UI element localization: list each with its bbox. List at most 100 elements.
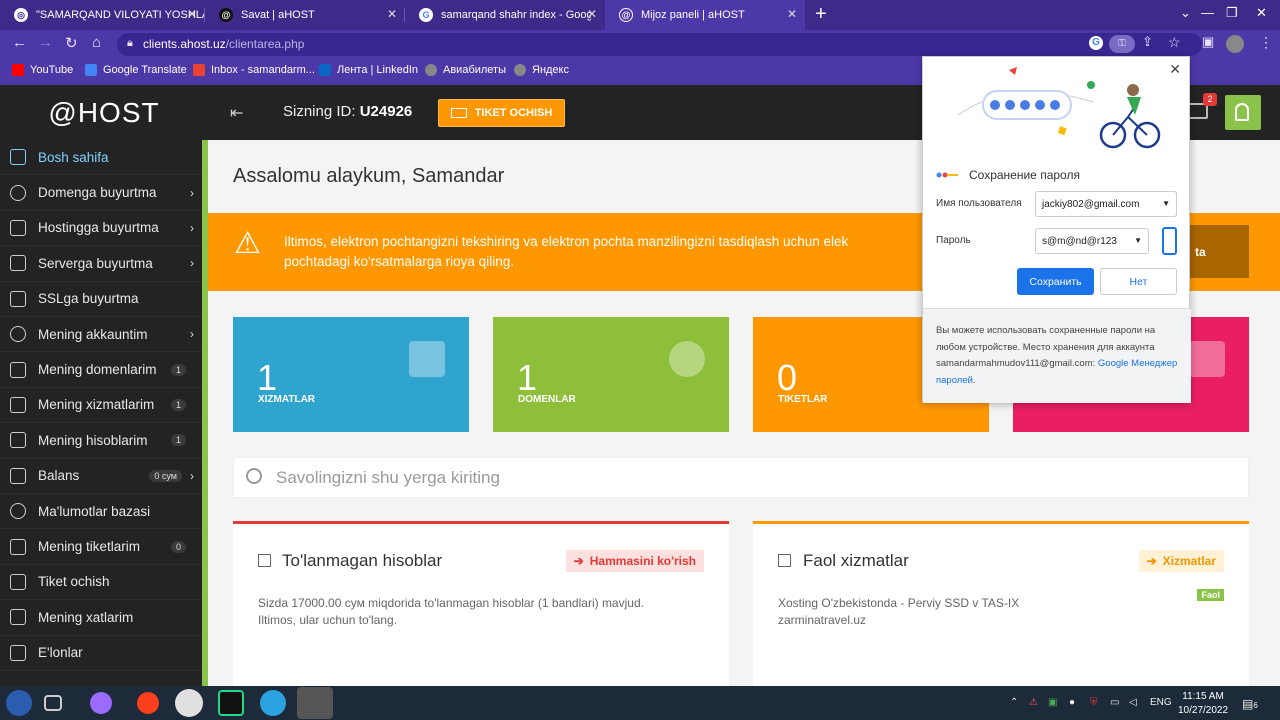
cart-count-badge: 2 (1203, 93, 1217, 106)
sidepanel-icon[interactable]: ▣ (1202, 34, 1214, 50)
globe-icon (669, 341, 705, 377)
sidebar-collapse-icon[interactable]: ⇤ (230, 103, 243, 123)
sidebar-item-mening-xizmatlarim[interactable]: Mening xizmatlarim 1 (0, 388, 202, 424)
minimize-button[interactable]: — (1201, 5, 1214, 20)
calculator-icon (258, 554, 271, 567)
stat-card-xizmatlar[interactable]: 1 XIZMATLAR (233, 317, 469, 432)
tab-search-icon[interactable]: ⌄ (1180, 5, 1191, 21)
hdd-icon (10, 219, 26, 236)
sidebar-item-hostingga-buyurtma[interactable]: Hostingga buyurtma › (0, 211, 202, 247)
close-icon[interactable]: ✕ (587, 7, 597, 21)
sidebar-item-label: SSLga buyurtma (38, 291, 139, 307)
never-button[interactable]: Нет (1100, 268, 1177, 295)
share-icon[interactable]: ⇪ (1142, 34, 1153, 50)
sidebar-item-mening-tiketlarim[interactable]: Mening tiketlarim 0 (0, 529, 202, 565)
new-tab-button[interactable]: + (815, 3, 827, 26)
open-ticket-button[interactable]: TIKET OCHISH (438, 99, 565, 127)
sidebar-item-serverga-buyurtma[interactable]: Serverga buyurtma › (0, 246, 202, 282)
tray-shield-icon[interactable]: ⛨ (1090, 697, 1098, 708)
bookmark-google-translate[interactable]: Google Translate (85, 64, 187, 76)
ticket-icon (450, 108, 467, 118)
home-icon (10, 149, 26, 166)
start-button[interactable] (6, 690, 32, 716)
tray-display-icon[interactable]: ▭ (1110, 697, 1119, 708)
yandex-browser-icon[interactable] (175, 689, 203, 717)
sidebar-item-bosh-sahifa[interactable]: Bosh sahifa (0, 140, 202, 176)
sidebar-item-balans[interactable]: Balans 0 сум › (0, 459, 202, 494)
tray-warning-icon[interactable]: ⚠ (1029, 697, 1038, 708)
sidebar-item-elonlar[interactable]: E'lonlar (0, 636, 202, 671)
site-logo[interactable]: @HOST (0, 85, 208, 140)
youtube-icon (12, 64, 24, 76)
tray-volume-icon[interactable]: ◁ (1129, 697, 1137, 708)
back-icon[interactable]: ← (12, 34, 27, 51)
count-badge: 0 (170, 540, 186, 553)
card-text[interactable]: Xosting O'zbekistonda - Perviy SSD v TAS… (778, 595, 1019, 629)
tab-title: samarqand shahr index - Google (441, 9, 591, 21)
bookmark-linkedin[interactable]: Лента | LinkedIn (319, 64, 418, 76)
sidebar-item-sslga-buyurtma[interactable]: SSLga buyurtma (0, 282, 202, 317)
sidebar-item-malumotlar-bazasi[interactable]: Ma'lumotlar bazasi (0, 494, 202, 530)
lock-icon[interactable]: 🔒︎ (127, 37, 133, 50)
view-all-invoices-button[interactable]: ➔ Hammasini ko'rish (565, 550, 704, 572)
telegram-icon[interactable] (260, 690, 286, 716)
sidebar-item-mening-hisoblarim[interactable]: Mening hisoblarim 1 (0, 423, 202, 459)
close-icon[interactable]: ✕ (187, 7, 197, 21)
count-badge: 1 (170, 363, 186, 376)
show-password-icon[interactable] (1162, 227, 1177, 255)
profile-avatar[interactable] (1226, 35, 1244, 53)
clock[interactable]: 11:15 AM 10/27/2022 (1178, 690, 1228, 718)
pycharm-icon[interactable] (218, 690, 244, 716)
bookmark-yandex[interactable]: Яндекс (514, 64, 569, 76)
stat-card-domenlar[interactable]: 1 DOMENLAR (493, 317, 729, 432)
bookmark-aviabilety[interactable]: Авиабилеты (425, 64, 506, 76)
notification-icon[interactable]: ▤6 (1242, 697, 1258, 711)
key-icon[interactable]: ⚿ (1109, 35, 1135, 53)
bookmark-inbox[interactable]: Inbox - samandarm... (193, 64, 315, 76)
bookmark-youtube[interactable]: YouTube (12, 64, 73, 76)
maximize-button[interactable]: ❐ (1226, 5, 1238, 21)
alert-line: pochtadagi ko'rsatmalarga rioya qiling. (284, 254, 514, 269)
user-settings-button[interactable] (1225, 95, 1261, 130)
invoice-icon (10, 432, 26, 449)
forward-icon[interactable]: → (38, 34, 53, 51)
language-indicator[interactable]: ENG (1150, 697, 1172, 708)
username-select[interactable]: jackiy802@gmail.com ▼ (1035, 191, 1177, 217)
sidebar-item-mening-akkauntim[interactable]: Mening akkauntim › (0, 317, 202, 353)
services-button[interactable]: ➔ Xizmatlar (1138, 550, 1224, 572)
save-password-button[interactable]: Сохранить (1017, 268, 1094, 295)
close-icon[interactable]: ✕ (787, 7, 797, 21)
star-icon[interactable]: ☆ (1168, 34, 1181, 51)
menu-icon[interactable]: ⋮ (1259, 34, 1273, 51)
sidebar-item-domenga-buyurtma[interactable]: Domenga buyurtma › (0, 175, 202, 211)
alice-icon[interactable] (90, 692, 112, 714)
sidebar-item-label: Bosh sahifa (38, 149, 109, 165)
chrome-icon[interactable] (297, 687, 333, 719)
sidebar-item-mening-domenlarim[interactable]: Mening domenlarim 1 (0, 352, 202, 388)
close-icon[interactable]: ✕ (1169, 61, 1181, 78)
tray-app-icon[interactable]: ▣ (1048, 697, 1057, 708)
password-select[interactable]: s@m@nd@r123 ▼ (1035, 228, 1149, 254)
yandex-icon[interactable] (137, 692, 159, 714)
home-icon[interactable]: ⌂ (92, 34, 101, 51)
task-view-icon[interactable] (44, 695, 62, 711)
box-icon (10, 396, 26, 413)
browser-tab-active[interactable]: @ Mijoz paneli | aHOST ✕ (605, 0, 805, 30)
tray-mic-icon[interactable]: ● (1069, 697, 1075, 708)
bookmark-label: Google Translate (103, 64, 187, 76)
close-window-button[interactable]: ✕ (1256, 5, 1267, 21)
bookmark-label: Авиабилеты (443, 64, 507, 76)
lock-icon (10, 290, 26, 307)
stat-value: 1 (517, 357, 538, 398)
close-icon[interactable]: ✕ (387, 7, 397, 21)
browser-tab[interactable]: @ Savat | aHOST ✕ (205, 0, 405, 30)
google-icon[interactable]: G (1089, 36, 1103, 50)
sidebar-item-mening-xatlarim[interactable]: Mening xatlarim (0, 600, 202, 636)
tray-chevron-icon[interactable]: ⌃ (1010, 697, 1018, 708)
count-badge: 1 (170, 434, 186, 447)
sidebar-item-tiket-ochish[interactable]: Tiket ochish (0, 565, 202, 601)
browser-tab[interactable]: G samarqand shahr index - Google ✕ (405, 0, 605, 30)
reload-icon[interactable]: ↻ (65, 34, 78, 52)
kb-search-input[interactable] (276, 466, 1176, 490)
browser-tab[interactable]: ◎ "SAMARQAND VILOYATI YOSHLAR ✕ (0, 0, 205, 30)
